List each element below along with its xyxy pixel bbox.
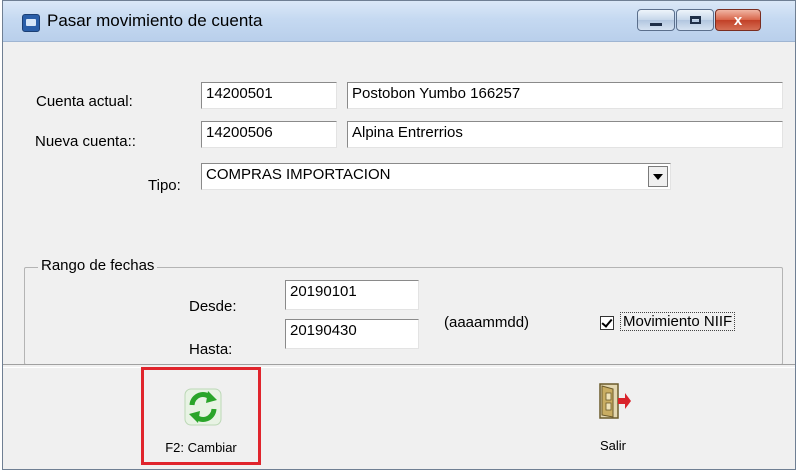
toolbar-separator [3,364,795,368]
maximize-button[interactable] [676,9,714,31]
maximize-icon [689,16,701,24]
refresh-icon [184,388,222,426]
cambiar-button[interactable]: F2: Cambiar [141,367,261,465]
app-icon [22,14,40,32]
cuenta-actual-code-field[interactable]: 14200501 [201,82,337,109]
salir-label: Salir [599,438,626,453]
tipo-select[interactable]: COMPRAS IMPORTACION [201,163,671,190]
date-range-legend: Rango de fechas [38,257,158,274]
close-button[interactable]: x [715,9,761,31]
cuenta-actual-label: Cuenta actual: [36,93,133,110]
salir-button[interactable]: Salir [583,381,643,461]
tipo-label: Tipo: [148,177,181,194]
date-format-hint: (aaaammdd) [444,314,530,331]
title-bar[interactable]: Pasar movimiento de cuenta x [3,1,795,42]
nueva-cuenta-label: Nueva cuenta:: [35,133,136,150]
niif-checkbox-label[interactable]: Movimiento NIIF [620,312,736,331]
nueva-cuenta-name-field[interactable]: Alpina Entrerrios [347,121,783,148]
desde-field[interactable]: 20190101 [285,280,419,310]
close-icon: x [733,11,743,29]
hasta-field[interactable]: 20190430 [285,319,419,349]
window-title: Pasar movimiento de cuenta [47,11,263,30]
minimize-button[interactable] [637,9,675,31]
tipo-selected-value: COMPRAS IMPORTACION [206,166,391,183]
minimize-icon [650,22,662,26]
desde-label: Desde: [189,298,237,315]
cuenta-actual-name-field[interactable]: Postobon Yumbo 166257 [347,82,783,109]
niif-checkbox[interactable] [600,316,614,330]
hasta-label: Hasta: [189,341,233,358]
exit-door-icon [599,383,631,419]
chevron-down-icon [653,173,663,180]
dropdown-button[interactable] [648,166,668,187]
nueva-cuenta-code-field[interactable]: 14200506 [201,121,337,148]
cambiar-label: F2: Cambiar [165,440,237,455]
dialog-window: Pasar movimiento de cuenta x Cuenta actu… [2,0,796,470]
